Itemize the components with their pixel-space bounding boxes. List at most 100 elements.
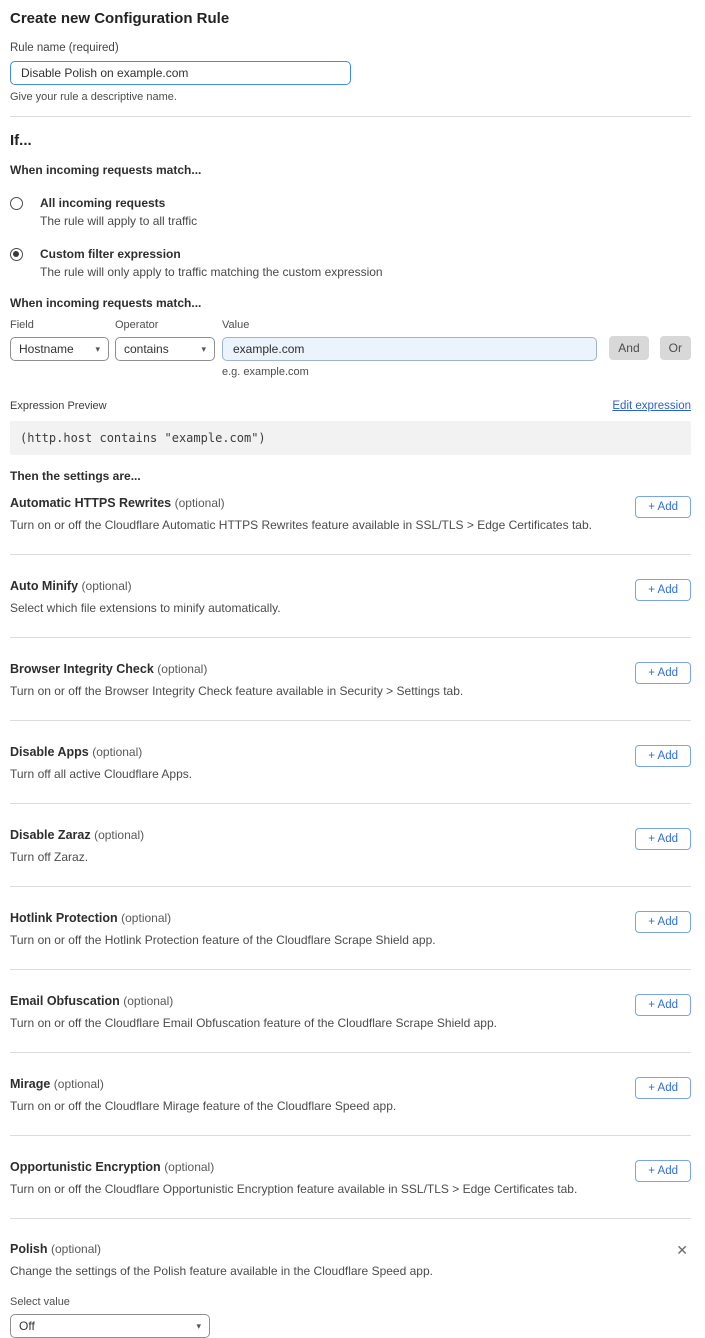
radio-button-icon[interactable] [10, 197, 23, 210]
optional-tag: (optional) [82, 579, 132, 593]
add-button[interactable]: + Add [635, 1077, 691, 1099]
polish-select-value: Off [19, 1319, 35, 1333]
operator-select[interactable]: contains ▾ [115, 337, 215, 361]
optional-tag: (optional) [121, 911, 171, 925]
setting-description: Change the settings of the Polish featur… [10, 1264, 691, 1278]
setting-texts: Mirage (optional) Turn on or off the Clo… [10, 1077, 396, 1113]
setting-description: Turn on or off the Browser Integrity Che… [10, 684, 463, 698]
setting-automatic-https-rewrites: Automatic HTTPS Rewrites (optional) Turn… [10, 483, 691, 555]
add-button[interactable]: + Add [635, 828, 691, 850]
expression-builder-row: Field Hostname ▾ Operator contains ▾ Val… [10, 319, 691, 378]
caret-down-icon: ▾ [196, 1321, 201, 1332]
value-column: Value e.g. example.com [222, 319, 597, 378]
setting-polish: Polish (optional) ✕ Change the settings … [10, 1219, 691, 1338]
and-column: And [609, 319, 648, 360]
setting-disable-zaraz: Disable Zaraz (optional) Turn off Zaraz.… [10, 804, 691, 887]
setting-title: Disable Zaraz (optional) [10, 828, 144, 842]
setting-browser-integrity-check: Browser Integrity Check (optional) Turn … [10, 638, 691, 721]
add-button[interactable]: + Add [635, 994, 691, 1016]
close-icon[interactable]: ✕ [673, 1242, 691, 1258]
setting-name: Polish [10, 1242, 48, 1256]
setting-auto-minify: Auto Minify (optional) Select which file… [10, 555, 691, 638]
setting-title: Email Obfuscation (optional) [10, 994, 497, 1008]
setting-disable-apps: Disable Apps (optional) Turn off all act… [10, 721, 691, 804]
setting-texts: Email Obfuscation (optional) Turn on or … [10, 994, 497, 1030]
radio-texts: Custom filter expression The rule will o… [31, 247, 383, 279]
setting-description: Turn on or off the Cloudflare Mirage fea… [10, 1099, 396, 1113]
setting-texts: Disable Apps (optional) Turn off all act… [10, 745, 192, 781]
setting-description: Turn off Zaraz. [10, 850, 144, 864]
settings-heading: Then the settings are... [10, 469, 691, 483]
field-select[interactable]: Hostname ▾ [10, 337, 109, 361]
setting-title: Browser Integrity Check (optional) [10, 662, 463, 676]
value-help: e.g. example.com [222, 366, 597, 378]
match-heading: When incoming requests match... [10, 163, 691, 177]
setting-name: Automatic HTTPS Rewrites [10, 496, 171, 510]
operator-column: Operator contains ▾ [115, 319, 215, 361]
rule-name-input[interactable] [10, 61, 351, 85]
setting-name: Auto Minify [10, 579, 78, 593]
field-select-value: Hostname [19, 342, 74, 356]
setting-hotlink-protection: Hotlink Protection (optional) Turn on or… [10, 887, 691, 970]
field-label: Field [10, 319, 109, 331]
setting-title: Mirage (optional) [10, 1077, 396, 1091]
setting-name: Hotlink Protection [10, 911, 118, 925]
expression-preview-code: (http.host contains "example.com") [10, 421, 691, 455]
select-value-label: Select value [10, 1296, 691, 1308]
field-column: Field Hostname ▾ [10, 319, 109, 361]
setting-description: Turn on or off the Cloudflare Email Obfu… [10, 1016, 497, 1030]
caret-down-icon: ▾ [201, 344, 206, 355]
radio-description: The rule will only apply to traffic matc… [40, 265, 383, 279]
optional-tag: (optional) [54, 1077, 104, 1091]
optional-tag: (optional) [92, 745, 142, 759]
optional-tag: (optional) [164, 1160, 214, 1174]
setting-name: Browser Integrity Check [10, 662, 154, 676]
rule-name-label: Rule name (required) [10, 42, 691, 54]
settings-list: Automatic HTTPS Rewrites (optional) Turn… [10, 483, 691, 1338]
add-button[interactable]: + Add [635, 911, 691, 933]
setting-name: Opportunistic Encryption [10, 1160, 161, 1174]
expression-preview-label: Expression Preview [10, 400, 107, 412]
add-button[interactable]: + Add [635, 579, 691, 601]
operator-label: Operator [115, 319, 215, 331]
value-input[interactable] [222, 337, 597, 361]
setting-texts: Browser Integrity Check (optional) Turn … [10, 662, 463, 698]
setting-description: Turn on or off the Cloudflare Automatic … [10, 518, 592, 532]
setting-texts: Automatic HTTPS Rewrites (optional) Turn… [10, 496, 592, 532]
radio-label: All incoming requests [40, 196, 197, 210]
expression-builder-heading: When incoming requests match... [10, 296, 691, 310]
or-button[interactable]: Or [660, 336, 691, 360]
if-section-heading: If... [10, 132, 691, 149]
polish-value-select[interactable]: Off ▾ [10, 1314, 210, 1338]
setting-name: Email Obfuscation [10, 994, 120, 1008]
setting-title: Automatic HTTPS Rewrites (optional) [10, 496, 592, 510]
setting-opportunistic-encryption: Opportunistic Encryption (optional) Turn… [10, 1136, 691, 1219]
setting-polish-header: Polish (optional) ✕ [10, 1242, 691, 1258]
optional-tag: (optional) [175, 496, 225, 510]
setting-description: Turn on or off the Hotlink Protection fe… [10, 933, 436, 947]
setting-name: Disable Zaraz [10, 828, 91, 842]
setting-texts: Opportunistic Encryption (optional) Turn… [10, 1160, 577, 1196]
setting-name: Mirage [10, 1077, 50, 1091]
and-button[interactable]: And [609, 336, 648, 360]
radio-description: The rule will apply to all traffic [40, 214, 197, 228]
create-configuration-rule-page: Create new Configuration Rule Rule name … [0, 0, 705, 1338]
value-label: Value [222, 319, 597, 331]
add-button[interactable]: + Add [635, 662, 691, 684]
optional-tag: (optional) [94, 828, 144, 842]
setting-title: Polish (optional) [10, 1242, 101, 1256]
caret-down-icon: ▾ [95, 344, 100, 355]
add-button[interactable]: + Add [635, 496, 691, 518]
edit-expression-link[interactable]: Edit expression [612, 400, 691, 412]
setting-description: Turn off all active Cloudflare Apps. [10, 767, 192, 781]
setting-email-obfuscation: Email Obfuscation (optional) Turn on or … [10, 970, 691, 1053]
add-button[interactable]: + Add [635, 1160, 691, 1182]
radio-custom-filter-expression[interactable]: Custom filter expression The rule will o… [10, 247, 691, 279]
add-button[interactable]: + Add [635, 745, 691, 767]
radio-texts: All incoming requests The rule will appl… [31, 196, 197, 228]
radio-button-icon[interactable] [10, 248, 23, 261]
or-column: Or [660, 319, 691, 360]
operator-select-value: contains [124, 342, 169, 356]
setting-name: Disable Apps [10, 745, 89, 759]
radio-all-incoming-requests[interactable]: All incoming requests The rule will appl… [10, 196, 691, 228]
